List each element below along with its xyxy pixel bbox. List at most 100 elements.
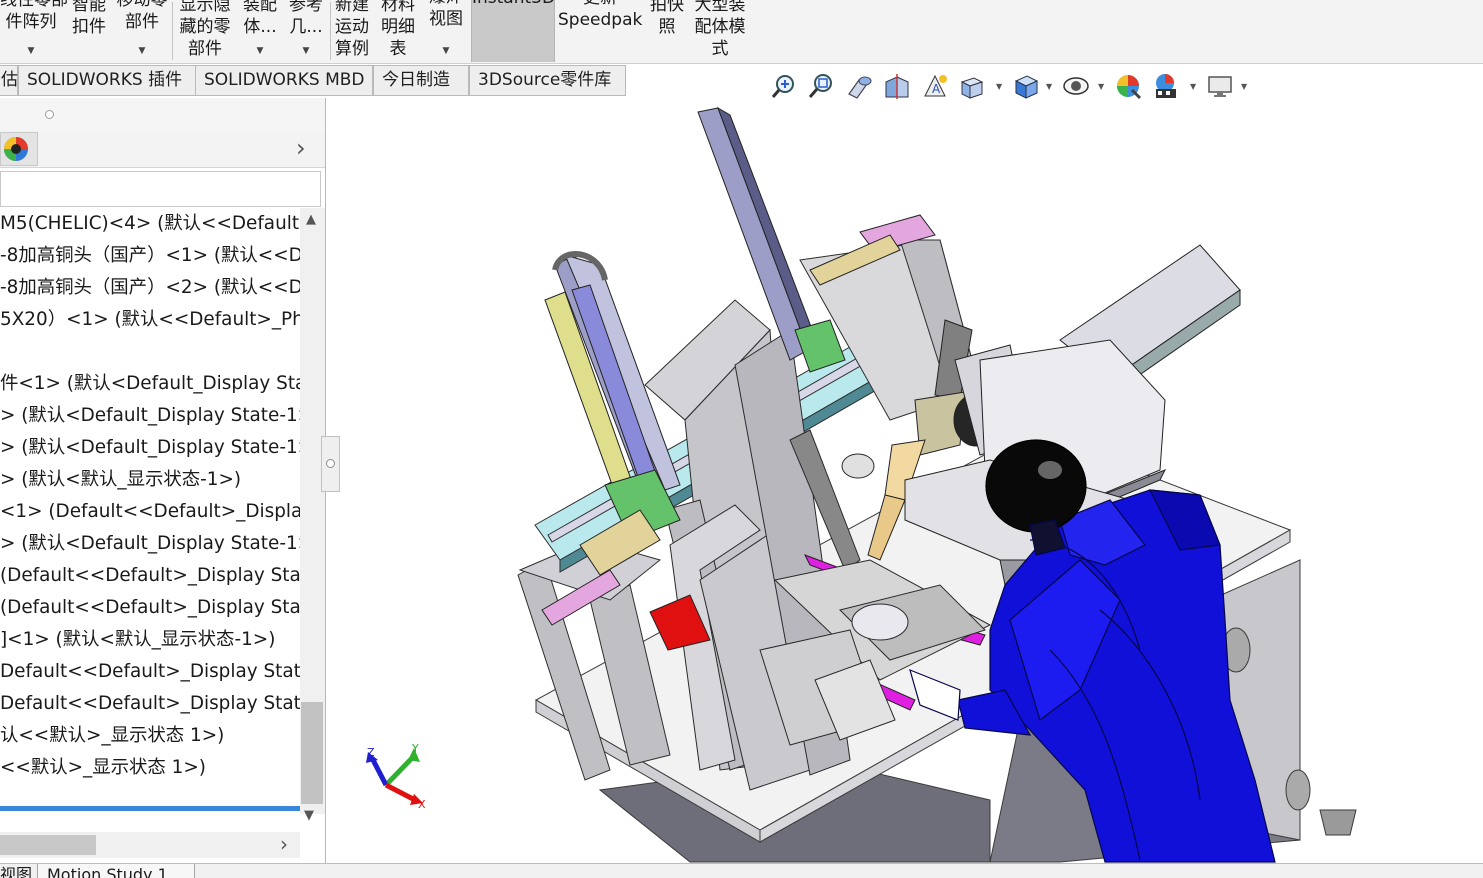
orientation-triad: Z Y X: [366, 742, 426, 811]
display-style-icon[interactable]: [1012, 72, 1040, 100]
view-orientation-icon[interactable]: [958, 72, 986, 100]
scroll-thumb[interactable]: [301, 702, 323, 804]
chevron-down-icon[interactable]: ▼: [303, 47, 310, 56]
ribbon-label: 体...: [243, 17, 277, 37]
chevron-down-icon[interactable]: ▼: [257, 47, 264, 56]
ribbon-label: 智能: [72, 0, 106, 15]
tab-model-view[interactable]: 视图: [0, 864, 36, 878]
apply-scene-icon[interactable]: [1152, 72, 1180, 100]
dynamic-annotation-icon[interactable]: A: [921, 72, 949, 100]
scroll-up-icon[interactable]: ▲: [306, 212, 316, 227]
solidworks-window: 线性零部 件阵列 ▼ 智能 扣件 移动零 部件 ▼ 显示隐 藏的零 部件 装配 …: [0, 0, 1483, 878]
tree-filter-input[interactable]: [0, 171, 321, 207]
instant3d-button[interactable]: Instant3D: [471, 0, 555, 62]
take-snapshot-button[interactable]: 拍快 照: [646, 0, 688, 62]
tree-node[interactable]: > (默认<Default_Display State-1>): [0, 400, 300, 432]
tree-vertical-scrollbar[interactable]: ▲: [300, 208, 325, 814]
chevron-down-icon[interactable]: ▼: [28, 47, 35, 56]
bill-of-materials-button[interactable]: 材料 明细 表: [378, 0, 418, 62]
tree-node[interactable]: Default<<Default>_Display State 1: [0, 656, 300, 688]
tree-node[interactable]: > (默认<Default_Display State-1>): [0, 528, 300, 560]
ribbon-label: 材料: [381, 0, 415, 15]
tree-node[interactable]: <<默认>_显示状态 1>): [0, 752, 206, 784]
chevron-down-icon[interactable]: ▼: [1098, 82, 1104, 91]
hide-show-items-icon[interactable]: [1062, 72, 1090, 100]
ribbon-label: 装配: [243, 0, 277, 15]
tree-node[interactable]: 5X20）<1> (默认<<Default>_Phot: [0, 304, 300, 336]
tree-node[interactable]: -8加高铜头（国产）<2> (默认<<Def: [0, 272, 300, 304]
tree-node[interactable]: > (默认<默认_显示状态-1>): [0, 464, 241, 496]
ribbon-label: 算例: [335, 39, 369, 59]
ribbon-label: 件阵列: [5, 12, 57, 32]
show-hidden-components-button[interactable]: 显示隐 藏的零 部件: [176, 0, 234, 62]
ribbon-label: 线性零部: [0, 0, 68, 10]
panel-pin-dot[interactable]: [45, 110, 54, 119]
tree-node[interactable]: M5(CHELIC)<4> (默认<<Default>_: [0, 208, 300, 240]
scroll-thumb[interactable]: [0, 835, 96, 855]
tab-solidworks-addins[interactable]: SOLIDWORKS 插件: [18, 65, 196, 96]
ribbon-label: 大型装: [694, 0, 746, 15]
tree-node[interactable]: ]<1> (默认<默认_显示状态-1>): [0, 624, 275, 656]
tree-node[interactable]: > (默认<Default_Display State-1>): [0, 432, 300, 464]
ribbon-label: 移动零: [116, 0, 168, 10]
chevron-down-icon[interactable]: ▼: [1241, 82, 1247, 91]
feature-tree: M5(CHELIC)<4> (默认<<Default>_ -8加高铜头（国产）<…: [0, 208, 300, 814]
svg-text:A: A: [932, 82, 941, 96]
graphics-area[interactable]: Z Y X: [327, 98, 1483, 863]
tab-solidworks-mbd[interactable]: SOLIDWORKS MBD: [195, 65, 373, 96]
assembly-model-view[interactable]: Z Y X: [327, 98, 1483, 863]
zoom-to-fit-icon[interactable]: [770, 72, 798, 100]
smart-fasteners-button[interactable]: 智能 扣件: [64, 0, 114, 62]
tree-node[interactable]: (Default<<Default>_Display State: [0, 592, 300, 624]
ribbon-label: 明细: [381, 17, 415, 37]
view-settings-icon[interactable]: [1206, 72, 1234, 100]
tab-today-manufacturing[interactable]: 今日制造: [373, 65, 469, 96]
tab-motion-study-1[interactable]: Motion Study 1: [37, 864, 195, 878]
ribbon-label: 爆炸: [424, 0, 468, 8]
tree-node[interactable]: Default<<Default>_Display State 1: [0, 688, 300, 720]
linear-component-pattern-button[interactable]: 线性零部 件阵列 ▼: [0, 0, 68, 62]
exploded-view-button[interactable]: 爆炸 视图 ▼: [424, 0, 468, 62]
triad-x-label: X: [418, 798, 426, 811]
chevron-down-icon[interactable]: ▼: [139, 47, 146, 56]
ribbon-label: 配体模: [694, 17, 746, 37]
scroll-right-icon[interactable]: ›: [280, 832, 288, 856]
ribbon-label: 扣件: [72, 17, 106, 37]
tab-evaluate[interactable]: 估: [0, 65, 18, 96]
tree-horizontal-scrollbar[interactable]: ›: [0, 832, 300, 858]
ribbon-label: 运动: [335, 17, 369, 37]
panel-splitter-handle[interactable]: [321, 436, 340, 492]
chevron-down-icon[interactable]: ▼: [996, 82, 1002, 91]
chevron-down-icon[interactable]: ▼: [443, 47, 450, 56]
triad-z-label: Z: [367, 746, 375, 759]
tab-3dsource-library[interactable]: 3DSource零件库: [469, 65, 626, 96]
ribbon-label: 更新: [558, 0, 642, 9]
section-view-icon[interactable]: [883, 72, 911, 100]
chevron-right-icon[interactable]: ›: [296, 134, 306, 162]
tab-display-manager[interactable]: [0, 132, 38, 166]
ribbon-label: 藏的零: [179, 17, 231, 37]
panel-header: [0, 98, 325, 130]
chevron-down-icon[interactable]: ▼: [1190, 82, 1196, 91]
tree-node[interactable]: -8加高铜头（国产）<1> (默认<<Def: [0, 240, 300, 272]
edit-appearance-icon[interactable]: [1114, 72, 1142, 100]
reference-geometry-button[interactable]: 参考 几... ▼: [284, 0, 328, 62]
ribbon-separator: [330, 2, 331, 60]
ribbon-label: 照: [658, 17, 676, 37]
tree-node[interactable]: (Default<<Default>_Display State: [0, 560, 300, 592]
assembly-features-button[interactable]: 装配 体... ▼: [238, 0, 282, 62]
update-speedpak-button[interactable]: 更新 Speedpak: [558, 0, 642, 62]
chevron-down-icon[interactable]: ▼: [1046, 82, 1052, 91]
tree-node[interactable]: 件<1> (默认<Default_Display State-: [0, 368, 300, 400]
rollback-bar[interactable]: [0, 806, 300, 811]
ribbon-separator: [172, 2, 173, 60]
scroll-down-icon[interactable]: ▼: [304, 808, 314, 823]
tree-node[interactable]: 认<<默认>_显示状态 1>): [0, 720, 224, 752]
move-component-button[interactable]: 移动零 部件 ▼: [114, 0, 170, 62]
large-assembly-mode-button[interactable]: 大型装 配体模 式: [690, 0, 750, 62]
zoom-to-area-icon[interactable]: [807, 72, 835, 100]
previous-view-icon[interactable]: [845, 72, 873, 100]
new-motion-study-button[interactable]: 新建 运动 算例: [332, 0, 372, 62]
tree-node[interactable]: <1> (Default<<Default>_Display St: [0, 496, 300, 528]
ribbon-label: 显示隐: [179, 0, 231, 15]
